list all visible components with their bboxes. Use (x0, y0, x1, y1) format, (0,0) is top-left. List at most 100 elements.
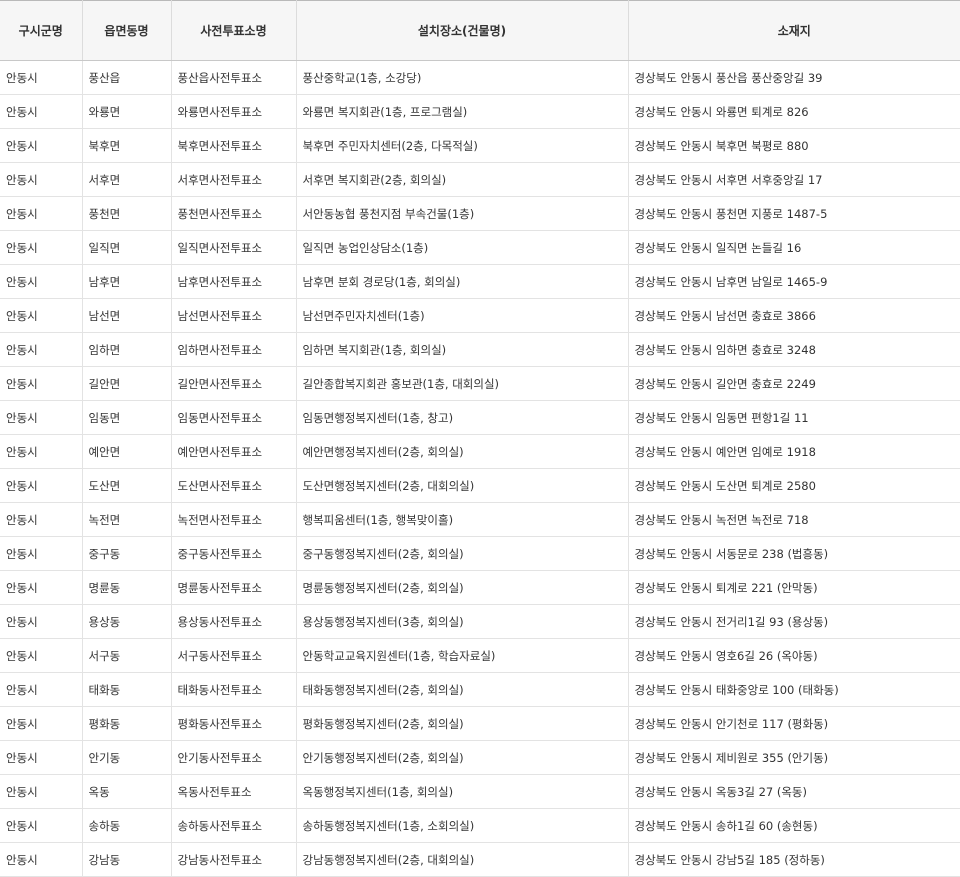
cell-district: 안동시 (0, 570, 83, 605)
cell-district: 안동시 (0, 638, 83, 673)
cell-town: 임동면 (82, 400, 172, 435)
cell-station-name: 태화동사전투표소 (171, 672, 297, 707)
table-row: 안동시 북후면 북후면사전투표소 북후면 주민자치센터(2층, 다목적실) 경상북도 안… (0, 128, 960, 163)
cell-station-name: 도산면사전투표소 (171, 468, 297, 503)
cell-district: 안동시 (0, 400, 83, 435)
cell-address: 경상북도 안동시 일직면 논들길 16 (628, 230, 960, 265)
cell-address: 경상북도 안동시 도산면 퇴계로 2580 (628, 468, 960, 503)
cell-town: 길안면 (82, 366, 172, 401)
table-row: 안동시 길안면 길안면사전투표소 길안종합복지회관 홍보관(1층, 대회의실) 경상북도… (0, 366, 960, 401)
cell-town: 남후면 (82, 264, 172, 299)
cell-town: 서구동 (82, 638, 172, 673)
cell-district: 안동시 (0, 196, 83, 231)
cell-district: 안동시 (0, 434, 83, 469)
table-row: 안동시 녹전면 녹전면사전투표소 행복피움센터(1층, 행복맞이홀) 경상북도 안동시 … (0, 502, 960, 537)
cell-address: 경상북도 안동시 풍산읍 풍산중앙길 39 (628, 60, 960, 95)
cell-building: 도산면행정복지센터(2층, 대회의실) (296, 468, 629, 503)
cell-town: 풍천면 (82, 196, 172, 231)
table-row: 안동시 남후면 남후면사전투표소 남후면 분회 경로당(1층, 회의실) 경상북도 안동… (0, 264, 960, 299)
cell-station-name: 와룡면사전투표소 (171, 94, 297, 129)
table-row: 안동시 강남동 강남동사전투표소 강남동행정복지센터(2층, 대회의실) 경상북도 안동… (0, 842, 960, 877)
cell-station-name: 임동면사전투표소 (171, 400, 297, 435)
cell-town: 도산면 (82, 468, 172, 503)
cell-address: 경상북도 안동시 북후면 북평로 880 (628, 128, 960, 163)
cell-station-name: 녹전면사전투표소 (171, 502, 297, 537)
cell-town: 안기동 (82, 740, 172, 775)
cell-building: 일직면 농업인상담소(1층) (296, 230, 629, 265)
cell-address: 경상북도 안동시 서후면 서후중앙길 17 (628, 162, 960, 197)
cell-town: 용상동 (82, 604, 172, 639)
cell-town: 일직면 (82, 230, 172, 265)
cell-town: 명륜동 (82, 570, 172, 605)
cell-town: 예안면 (82, 434, 172, 469)
cell-station-name: 길안면사전투표소 (171, 366, 297, 401)
cell-town: 임하면 (82, 332, 172, 367)
header-station-name: 사전투표소명 (171, 0, 297, 61)
cell-building: 서안동농협 풍천지점 부속건물(1층) (296, 196, 629, 231)
cell-building: 옥동행정복지센터(1층, 회의실) (296, 774, 629, 809)
table-row: 안동시 안기동 안기동사전투표소 안기동행정복지센터(2층, 회의실) 경상북도 안동시… (0, 740, 960, 775)
cell-building: 예안면행정복지센터(2층, 회의실) (296, 434, 629, 469)
cell-building: 남후면 분회 경로당(1층, 회의실) (296, 264, 629, 299)
header-address: 소재지 (628, 0, 960, 61)
cell-town: 녹전면 (82, 502, 172, 537)
cell-station-name: 서후면사전투표소 (171, 162, 297, 197)
cell-building: 중구동행정복지센터(2층, 회의실) (296, 536, 629, 571)
header-building: 설치장소(건물명) (296, 0, 629, 61)
cell-district: 안동시 (0, 740, 83, 775)
cell-district: 안동시 (0, 60, 83, 95)
cell-district: 안동시 (0, 774, 83, 809)
cell-district: 안동시 (0, 264, 83, 299)
cell-district: 안동시 (0, 672, 83, 707)
cell-station-name: 북후면사전투표소 (171, 128, 297, 163)
cell-building: 안기동행정복지센터(2층, 회의실) (296, 740, 629, 775)
cell-address: 경상북도 안동시 임동면 편항1길 11 (628, 400, 960, 435)
header-town: 읍면동명 (82, 0, 172, 61)
cell-district: 안동시 (0, 94, 83, 129)
table-row: 안동시 남선면 남선면사전투표소 남선면주민자치센터(1층) 경상북도 안동시 남선면 … (0, 298, 960, 333)
table-row: 안동시 서구동 서구동사전투표소 안동학교교육지원센터(1층, 학습자료실) 경상북도 … (0, 638, 960, 673)
cell-address: 경상북도 안동시 와룡면 퇴계로 826 (628, 94, 960, 129)
cell-station-name: 강남동사전투표소 (171, 842, 297, 877)
cell-address: 경상북도 안동시 영호6길 26 (옥야동) (628, 638, 960, 673)
header-row: 구시군명 읍면동명 사전투표소명 설치장소(건물명) 소재지 (0, 0, 960, 61)
table-row: 안동시 옥동 옥동사전투표소 옥동행정복지센터(1층, 회의실) 경상북도 안동시 옥동… (0, 774, 960, 809)
cell-address: 경상북도 안동시 예안면 임예로 1918 (628, 434, 960, 469)
cell-town: 송하동 (82, 808, 172, 843)
cell-town: 평화동 (82, 706, 172, 741)
cell-address: 경상북도 안동시 전거리1길 93 (용상동) (628, 604, 960, 639)
cell-town: 풍산읍 (82, 60, 172, 95)
cell-town: 서후면 (82, 162, 172, 197)
cell-address: 경상북도 안동시 안기천로 117 (평화동) (628, 706, 960, 741)
polling-station-table: 구시군명 읍면동명 사전투표소명 설치장소(건물명) 소재지 안동시 풍산읍 풍산읍… (0, 0, 960, 877)
cell-building: 북후면 주민자치센터(2층, 다목적실) (296, 128, 629, 163)
cell-address: 경상북도 안동시 풍천면 지풍로 1487-5 (628, 196, 960, 231)
cell-address: 경상북도 안동시 남선면 충효로 3866 (628, 298, 960, 333)
cell-station-name: 옥동사전투표소 (171, 774, 297, 809)
cell-station-name: 서구동사전투표소 (171, 638, 297, 673)
table-row: 안동시 풍천면 풍천면사전투표소 서안동농협 풍천지점 부속건물(1층) 경상북도 안동… (0, 196, 960, 231)
table-row: 안동시 임하면 임하면사전투표소 임하면 복지회관(1층, 회의실) 경상북도 안동시 … (0, 332, 960, 367)
cell-building: 안동학교교육지원센터(1층, 학습자료실) (296, 638, 629, 673)
cell-address: 경상북도 안동시 퇴계로 221 (안막동) (628, 570, 960, 605)
cell-building: 강남동행정복지센터(2층, 대회의실) (296, 842, 629, 877)
cell-district: 안동시 (0, 502, 83, 537)
table-row: 안동시 도산면 도산면사전투표소 도산면행정복지센터(2층, 대회의실) 경상북도 안동… (0, 468, 960, 503)
cell-address: 경상북도 안동시 길안면 충효로 2249 (628, 366, 960, 401)
cell-town: 남선면 (82, 298, 172, 333)
cell-building: 서후면 복지회관(2층, 회의실) (296, 162, 629, 197)
cell-district: 안동시 (0, 842, 83, 877)
cell-building: 길안종합복지회관 홍보관(1층, 대회의실) (296, 366, 629, 401)
cell-town: 와룡면 (82, 94, 172, 129)
cell-building: 와룡면 복지회관(1층, 프로그램실) (296, 94, 629, 129)
cell-address: 경상북도 안동시 남후면 남일로 1465-9 (628, 264, 960, 299)
cell-building: 평화동행정복지센터(2층, 회의실) (296, 706, 629, 741)
cell-town: 중구동 (82, 536, 172, 571)
cell-district: 안동시 (0, 366, 83, 401)
table-row: 안동시 일직면 일직면사전투표소 일직면 농업인상담소(1층) 경상북도 안동시 일직면… (0, 230, 960, 265)
table-row: 안동시 서후면 서후면사전투표소 서후면 복지회관(2층, 회의실) 경상북도 안동시 … (0, 162, 960, 197)
cell-district: 안동시 (0, 706, 83, 741)
table-row: 안동시 용상동 용상동사전투표소 용상동행정복지센터(3층, 회의실) 경상북도 안동시… (0, 604, 960, 639)
cell-station-name: 송하동사전투표소 (171, 808, 297, 843)
cell-district: 안동시 (0, 808, 83, 843)
